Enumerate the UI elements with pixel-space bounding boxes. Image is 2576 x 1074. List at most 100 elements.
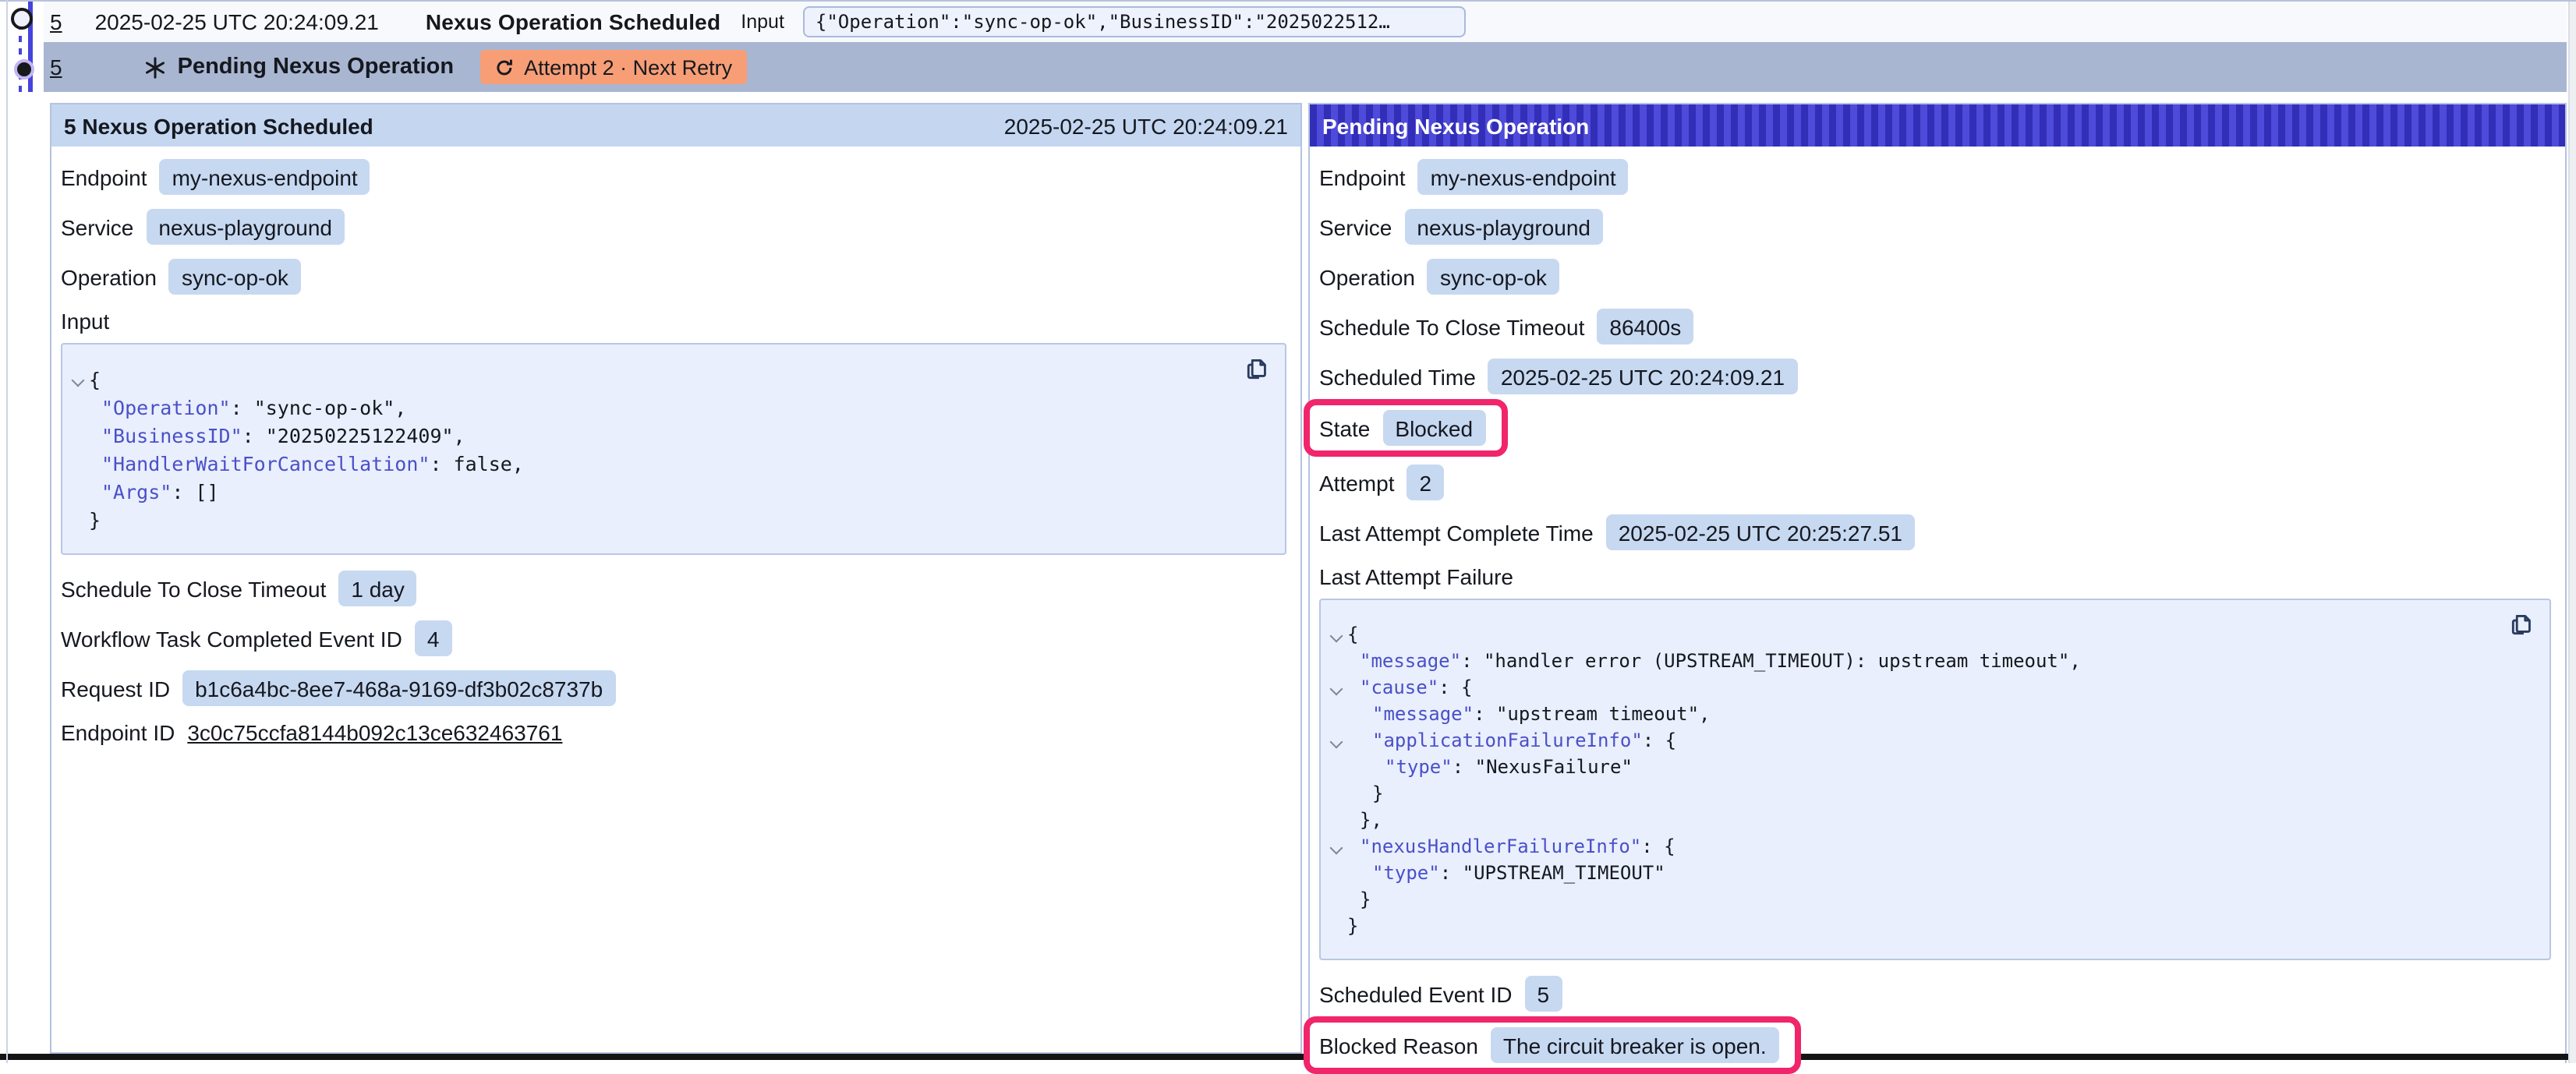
field-row: Endpoint ID 3c0c75ccfa8144b092c13ce63246… xyxy=(61,720,1291,756)
chevron-down-icon xyxy=(70,422,89,450)
json-line: "Operation": "sync-op-ok", xyxy=(70,394,1223,422)
copy-icon xyxy=(1244,355,1270,382)
pending-operation-card: Pending Nexus Operation Endpoint my-nexu… xyxy=(1308,103,2567,1063)
json-line: "message": "handler error (UPSTREAM_TIME… xyxy=(1329,648,2487,675)
field-label: Operation xyxy=(61,264,157,289)
field-value: my-nexus-endpoint xyxy=(160,159,370,195)
asterisk-icon xyxy=(143,55,167,79)
chevron-down-icon[interactable] xyxy=(70,366,89,394)
json-line: "BusinessID": "20250225122409", xyxy=(70,422,1223,450)
chevron-down-icon[interactable] xyxy=(1329,728,1347,754)
field-row: Attempt 2 xyxy=(1319,465,2556,500)
field-row: Workflow Task Completed Event ID 4 xyxy=(61,620,1291,656)
timeline-dashed-connector xyxy=(19,23,22,94)
field-row: Endpoint my-nexus-endpoint xyxy=(61,159,1291,195)
input-section: Input { "Operation": "sync-op-ok", xyxy=(61,309,1291,555)
event-detail-card: 5 Nexus Operation Scheduled 2025-02-25 U… xyxy=(50,103,1302,1054)
json-line: "cause": { xyxy=(1329,675,2487,701)
field-value: 2025-02-25 UTC 20:25:27.51 xyxy=(1606,514,1915,550)
json-line: "type": "NexusFailure" xyxy=(1329,754,2487,781)
field-label: State xyxy=(1319,415,1370,440)
event-timestamp: 2025-02-25 UTC 20:24:09.21 xyxy=(95,9,379,34)
failure-section-label: Last Attempt Failure xyxy=(1319,564,2556,589)
chevron-down-icon xyxy=(70,479,89,507)
field-label: Blocked Reason xyxy=(1319,1033,1478,1058)
field-row: Request ID b1c6a4bc-8ee7-468a-9169-df3b0… xyxy=(61,670,1291,706)
scrollbar-gutter[interactable] xyxy=(2568,2,2576,1063)
json-line: "HandlerWaitForCancellation": false, xyxy=(70,450,1223,479)
left-border xyxy=(6,0,8,1063)
input-preview-chip: {"Operation":"sync-op-ok","BusinessID":"… xyxy=(803,6,1466,37)
json-line: "nexusHandlerFailureInfo": { xyxy=(1329,834,2487,860)
json-line: "applicationFailureInfo": { xyxy=(1329,728,2487,754)
field-row: Scheduled Time 2025-02-25 UTC 20:24:09.2… xyxy=(1319,359,2556,394)
event-row-divider xyxy=(0,1054,2576,1060)
field-value: nexus-playground xyxy=(1404,209,1603,245)
field-label: Scheduled Time xyxy=(1319,364,1476,389)
pending-card-header: Pending Nexus Operation xyxy=(1310,104,2565,147)
json-line: "type": "UPSTREAM_TIMEOUT" xyxy=(1329,860,2487,887)
chevron-down-icon[interactable] xyxy=(1329,834,1347,860)
event-summary-row[interactable]: 5 2025-02-25 UTC 20:24:09.21 Nexus Opera… xyxy=(44,2,2567,42)
field-value[interactable]: 3c0c75ccfa8144b092c13ce632463761 xyxy=(187,720,562,745)
field-label: Service xyxy=(1319,214,1392,239)
json-line: } xyxy=(1329,781,2487,807)
event-id-link[interactable]: 5 xyxy=(50,9,62,34)
field-value: sync-op-ok xyxy=(169,259,301,295)
card-timestamp: 2025-02-25 UTC 20:24:09.21 xyxy=(1004,113,1288,138)
pending-operation-row[interactable]: 5 Pending Nexus Operation Attempt 2 · Ne… xyxy=(44,42,2567,92)
field-row: Endpoint my-nexus-endpoint xyxy=(1319,159,2556,195)
field-value: my-nexus-endpoint xyxy=(1418,159,1629,195)
fields-top: Endpoint my-nexus-endpoint Service nexus… xyxy=(61,159,1291,295)
chevron-down-icon xyxy=(70,507,89,535)
chevron-down-icon xyxy=(1329,913,1347,940)
field-row: Blocked Reason The circuit breaker is op… xyxy=(1319,1021,2556,1074)
field-row: Operation sync-op-ok xyxy=(1319,259,2556,295)
chevron-down-icon xyxy=(1329,807,1347,834)
event-id-link[interactable]: 5 xyxy=(50,55,62,79)
timeline-event-marker-current[interactable] xyxy=(13,59,34,79)
field-label: Service xyxy=(61,214,133,239)
field-label: Workflow Task Completed Event ID xyxy=(61,626,402,651)
field-row: Schedule To Close Timeout 1 day xyxy=(61,571,1291,606)
event-detail-card-header: 5 Nexus Operation Scheduled 2025-02-25 U… xyxy=(51,104,1300,147)
field-value: b1c6a4bc-8ee7-468a-9169-df3b02c8737b xyxy=(182,670,615,706)
field-row: State Blocked xyxy=(1319,404,2556,457)
field-label: Request ID xyxy=(61,676,170,701)
field-value: 2 xyxy=(1407,465,1445,500)
field-row: Service nexus-playground xyxy=(61,209,1291,245)
json-line: }, xyxy=(1329,807,2487,834)
field-row: Operation sync-op-ok xyxy=(61,259,1291,295)
chevron-down-icon[interactable] xyxy=(1329,622,1347,648)
copy-icon xyxy=(2508,611,2535,638)
fields-top: Endpoint my-nexus-endpoint Service nexus… xyxy=(1319,159,2556,550)
card-title: 5 Nexus Operation Scheduled xyxy=(64,113,373,138)
field-value: 2025-02-25 UTC 20:24:09.21 xyxy=(1488,359,1797,394)
top-border xyxy=(0,0,2576,2)
failure-section: Last Attempt Failure { "message": "handl… xyxy=(1319,564,2556,960)
failure-json-viewer: { "message": "handler error (UPSTREAM_TI… xyxy=(1319,599,2551,960)
field-row: Last Attempt Complete Time 2025-02-25 UT… xyxy=(1319,514,2556,550)
retry-status-badge: Attempt 2 · Next Retry xyxy=(480,50,746,84)
json-line: } xyxy=(70,507,1223,535)
json-line: } xyxy=(1329,913,2487,940)
field-row: Scheduled Event ID 5 xyxy=(1319,976,2556,1012)
chevron-down-icon xyxy=(1329,648,1347,675)
json-line: { xyxy=(1329,622,2487,648)
copy-button[interactable] xyxy=(1243,355,1271,383)
field-row: Schedule To Close Timeout 86400s xyxy=(1319,309,2556,344)
copy-button[interactable] xyxy=(2507,611,2535,639)
field-value: 4 xyxy=(415,620,452,656)
field-value: The circuit breaker is open. xyxy=(1491,1027,1779,1063)
field-value: 86400s xyxy=(1597,309,1693,344)
chevron-down-icon xyxy=(70,450,89,479)
chevron-down-icon[interactable] xyxy=(1329,675,1347,701)
field-label: Endpoint xyxy=(1319,164,1406,189)
json-line: "Args": [] xyxy=(70,479,1223,507)
field-value: 1 day xyxy=(338,571,417,606)
field-label: Endpoint xyxy=(61,164,147,189)
input-json-viewer: { "Operation": "sync-op-ok", "BusinessID… xyxy=(61,343,1286,555)
timeline-event-marker-open[interactable] xyxy=(11,8,33,30)
field-value: sync-op-ok xyxy=(1428,259,1559,295)
chevron-down-icon xyxy=(1329,860,1347,887)
